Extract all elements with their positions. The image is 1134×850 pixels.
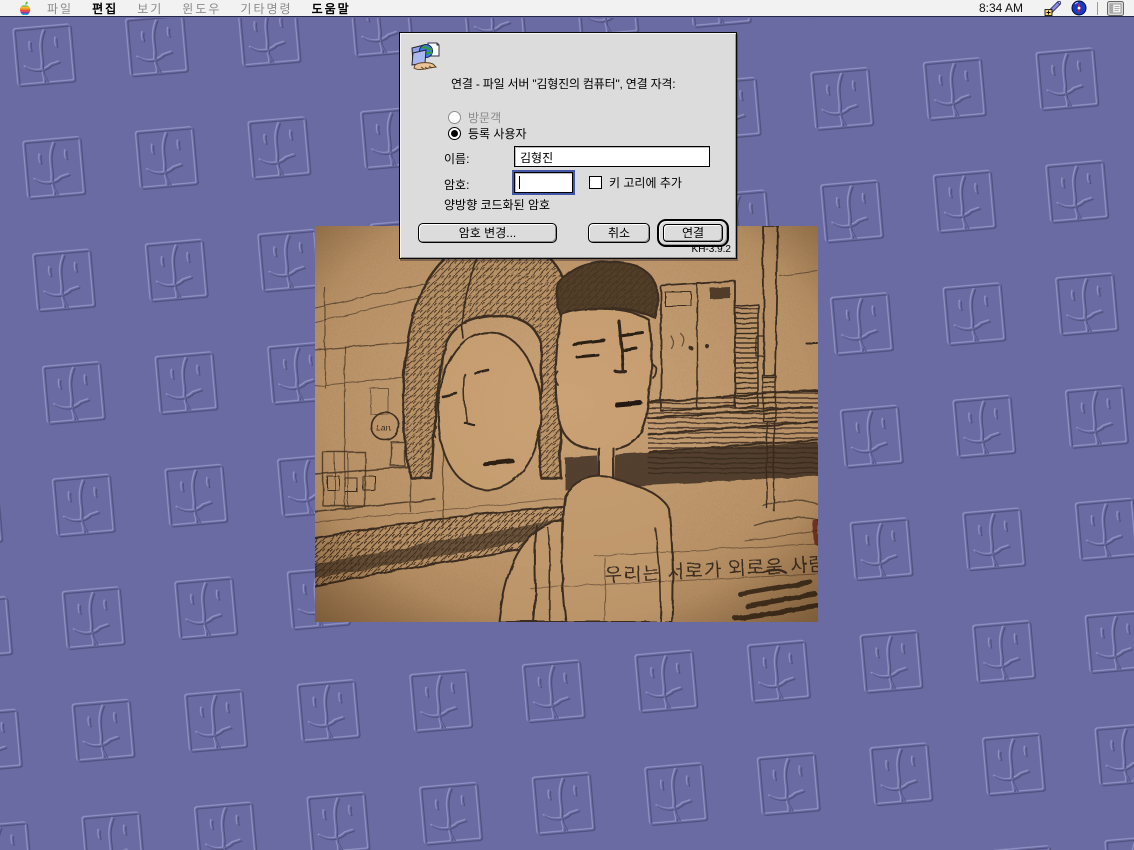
connect-dialog: 연결 - 파일 서버 "김형진의 컴퓨터", 연결 자격: 방문객 등록 사용자… <box>399 32 737 259</box>
change-password-button[interactable]: 암호 변경... <box>418 223 557 243</box>
password-label: 암호: <box>444 176 469 193</box>
password-encryption-note: 양방향 코드화된 암호 <box>444 196 550 213</box>
default-button-ring: 연결 <box>657 219 729 247</box>
menu-bar-divider <box>1097 2 1098 15</box>
radio-registered-user[interactable]: 등록 사용자 <box>448 125 527 142</box>
radio-guest-label: 방문객 <box>468 109 501 126</box>
blue-round-application-icon[interactable] <box>1071 0 1087 16</box>
appleshare-server-icon <box>409 40 443 74</box>
radio-guest-circle[interactable] <box>448 111 461 124</box>
menu-bar-clock[interactable]: 8:34 AM <box>979 1 1023 15</box>
menu-special[interactable]: 기타명령 <box>240 0 292 17</box>
name-input[interactable]: 김형진 <box>514 146 710 167</box>
menu-window[interactable]: 윈도우 <box>182 0 221 17</box>
menu-bar: 파일 편집 보기 윈도우 기타명령 도움말 8:34 AM <box>0 0 1134 17</box>
text-caret <box>519 176 520 189</box>
menu-file[interactable]: 파일 <box>47 0 73 17</box>
dialog-message: 연결 - 파일 서버 "김형진의 컴퓨터", 연결 자격: <box>451 75 675 92</box>
connect-button[interactable]: 연결 <box>663 224 723 242</box>
client-version: KH-3.9.2 <box>692 244 731 255</box>
cancel-button[interactable]: 취소 <box>588 223 650 243</box>
radio-registered-circle[interactable] <box>448 127 461 140</box>
keychain-checkbox[interactable] <box>589 176 602 189</box>
desktop-picture-drawing: Lan <box>315 226 818 622</box>
add-to-keychain-row[interactable]: 키 고리에 추가 <box>589 174 682 191</box>
radio-guest[interactable]: 방문객 <box>448 109 501 126</box>
radio-registered-label: 등록 사용자 <box>468 125 527 142</box>
menu-edit[interactable]: 편집 <box>92 0 118 17</box>
name-label: 이름: <box>444 150 469 167</box>
korean-input-pencil-icon[interactable] <box>1044 0 1062 16</box>
desktop[interactable]: Lan <box>0 0 1134 850</box>
menu-help[interactable]: 도움말 <box>312 0 351 17</box>
menu-view[interactable]: 보기 <box>137 0 163 17</box>
apple-menu-icon[interactable] <box>18 1 31 16</box>
application-switcher-icon[interactable] <box>1107 1 1124 16</box>
keychain-label: 키 고리에 추가 <box>609 174 682 191</box>
password-input[interactable] <box>514 172 573 193</box>
